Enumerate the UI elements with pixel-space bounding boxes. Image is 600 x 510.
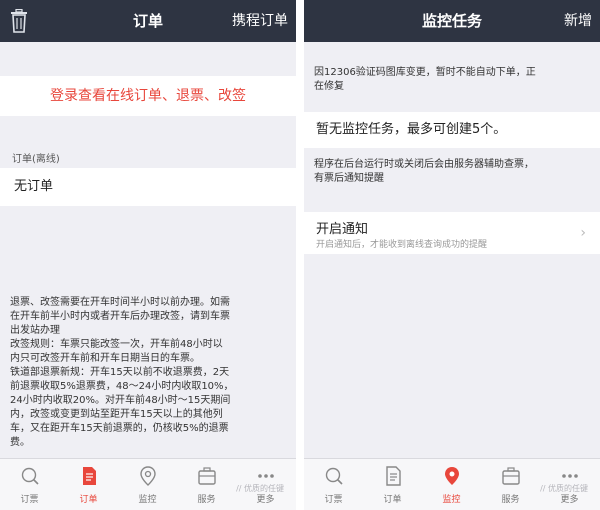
nav-bar: 订单 携程订单: [0, 0, 296, 42]
tab-label: 订票: [20, 495, 39, 505]
chevron-right-icon: ›: [580, 225, 586, 241]
document-icon: [82, 467, 96, 485]
notice-line: 程序在后台运行时或关闭后会由服务器辅助查票，: [314, 159, 534, 170]
tab-label: 订单: [383, 495, 402, 505]
notice-line: 在开车前半小时内或者开车后办理改签，请到车票: [10, 311, 230, 322]
tab-label: 订票: [324, 495, 343, 505]
tab-orders[interactable]: 订单: [363, 459, 422, 510]
tab-bar: 订票 订单 监控 服务 更多 // 优质的任键: [0, 458, 296, 510]
tab-label: 监控: [138, 495, 157, 505]
monitor-screen: 监控任务 新增 因12306验证码图库变更，暂时不能自动下单，正 在修复 暂无监…: [304, 0, 600, 510]
tab-label: 订单: [79, 495, 98, 505]
location-pin-icon: [444, 467, 459, 485]
notice-line: 前退票收取5%退票费，48～24小时内收取10%，: [10, 381, 234, 392]
watermark-text: // 优质的任键: [236, 484, 284, 493]
notice-line: 改签规则：车票只能改签一次，开车前48小时以: [10, 339, 223, 350]
tab-service[interactable]: 服务: [177, 459, 236, 510]
briefcase-icon: [501, 467, 520, 485]
tab-monitor[interactable]: 监控: [118, 459, 177, 510]
orders-screen: 订单 携程订单 登录查看在线订单、退票、改签 订单(离线) 无订单 退票、改签需…: [0, 0, 296, 510]
briefcase-icon: [197, 467, 216, 485]
document-icon: [385, 466, 401, 486]
notice-line: 车，又在距开车15天前退票的，仍核收5%的退票: [10, 423, 229, 434]
notice-line: 费。: [10, 437, 30, 448]
search-icon: [21, 467, 39, 485]
notify-subtitle: 开启通知后，才能收到离线查询成功的提醒: [316, 240, 488, 250]
tab-bar: 订票 订单 监控 服务 更多 // 优质的任键: [304, 458, 600, 510]
watermark-text: // 优质的任键: [540, 484, 588, 493]
notice-line: 因12306验证码图库变更，暂时不能自动下单，正: [314, 67, 536, 78]
notice-line: 铁道部退票新规：开车15天以前不收退票费，2天: [10, 367, 230, 378]
page-title: 监控任务: [421, 12, 482, 30]
notice-line: 有票后通知提醒: [314, 173, 384, 184]
refund-notice: 退票、改签需要在开车时间半小时以前办理。如需 在开车前半小时内或者开车后办理改签…: [10, 296, 286, 450]
nav-bar: 监控任务 新增: [304, 0, 600, 42]
background-notice: 程序在后台运行时或关闭后会由服务器辅助查票， 有票后通知提醒: [314, 158, 590, 186]
location-pin-icon: [139, 466, 156, 486]
notice-line: 出发站办理: [10, 325, 60, 336]
add-task-button[interactable]: 新增: [564, 0, 592, 42]
offline-section-label: 订单(离线): [12, 154, 60, 165]
ctrip-orders-button[interactable]: 携程订单: [232, 0, 288, 42]
tab-label: 监控: [442, 495, 461, 505]
notice-line: 内只可改签开车前和开车日期当日的车票。: [10, 353, 200, 364]
notify-title: 开启通知: [316, 222, 369, 237]
tab-book[interactable]: 订票: [304, 459, 363, 510]
enable-notification-row[interactable]: 开启通知 开启通知后，才能收到离线查询成功的提醒 ›: [304, 212, 600, 254]
notice-line: 内，改签或变更到站至距开车15天以上的其他列: [10, 409, 223, 420]
notice-line: 在修复: [314, 81, 344, 92]
tab-book[interactable]: 订票: [0, 459, 59, 510]
tab-label: 服务: [197, 495, 216, 505]
empty-monitor-text: 暂无监控任务，最多可创建5个。: [304, 112, 600, 148]
login-prompt-link[interactable]: 登录查看在线订单、退票、改签: [0, 76, 296, 116]
notice-line: 退票、改签需要在开车时间半小时以前办理。如需: [10, 297, 230, 308]
tab-monitor[interactable]: 监控: [422, 459, 481, 510]
empty-orders-text: 无订单: [0, 168, 296, 206]
notice-line: 24小时内收取20%。对开车前48小时～15天期间: [10, 395, 231, 406]
search-icon: [325, 467, 343, 485]
tab-label: 服务: [501, 495, 520, 505]
captcha-notice: 因12306验证码图库变更，暂时不能自动下单，正 在修复: [314, 66, 590, 94]
tab-service[interactable]: 服务: [481, 459, 540, 510]
tab-orders[interactable]: 订单: [59, 459, 118, 510]
